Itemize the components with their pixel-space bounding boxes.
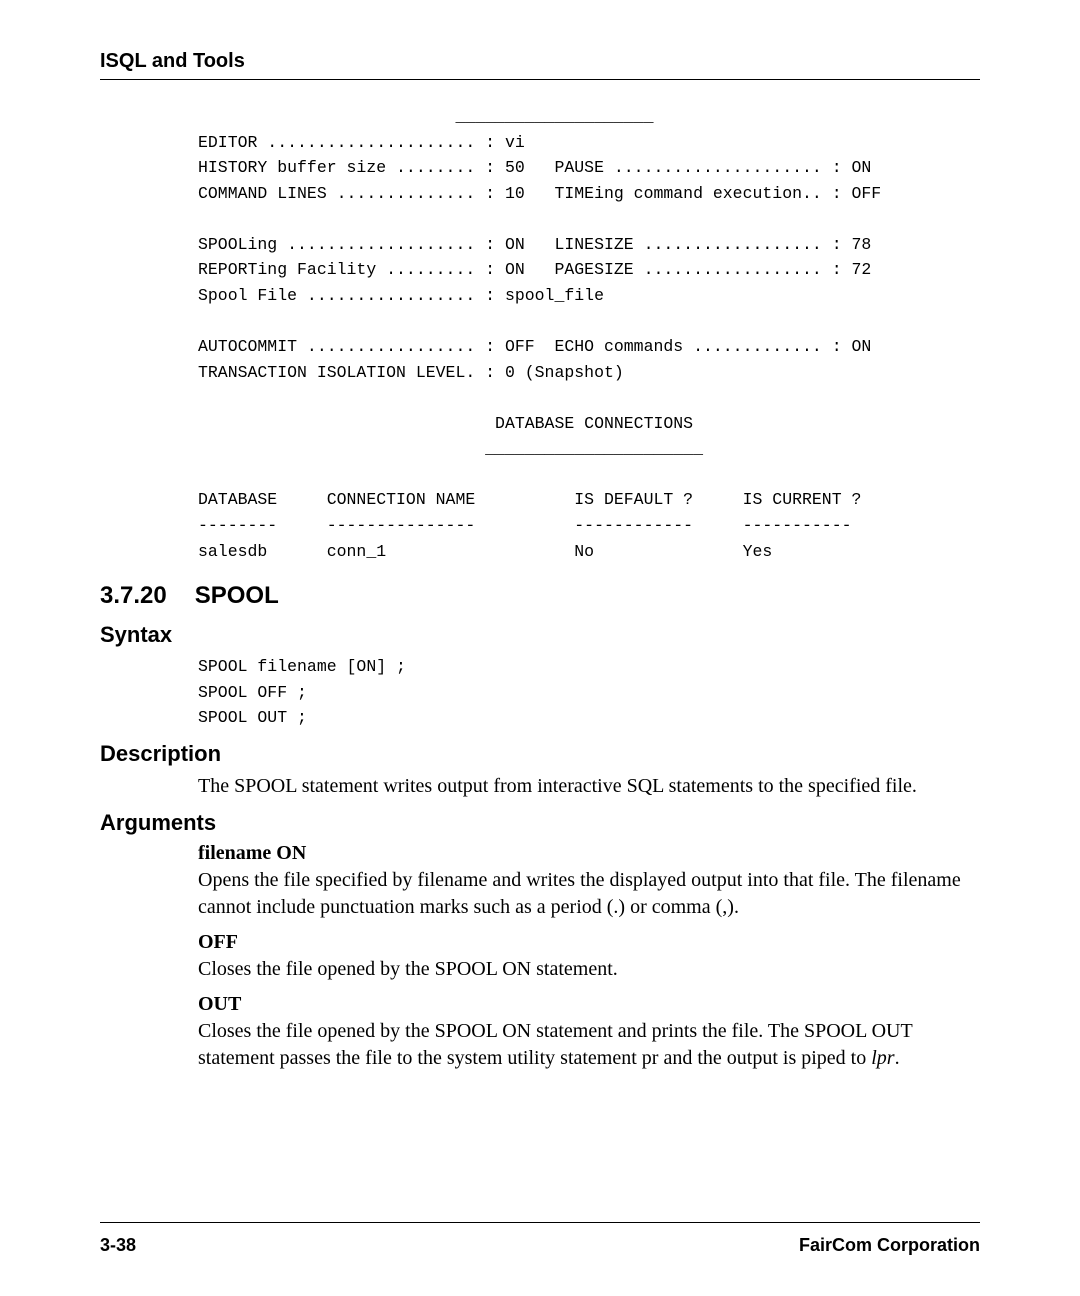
- arguments-heading: Arguments: [100, 810, 980, 836]
- section-heading: 3.7.20 SPOOL: [100, 582, 980, 610]
- syntax-code: SPOOL filename [ON] ; SPOOL OFF ; SPOOL …: [198, 654, 980, 731]
- arg-filename-on-text: Opens the file specified by filename and…: [198, 867, 980, 921]
- section-number: 3.7.20: [100, 582, 167, 610]
- section-title: SPOOL: [195, 582, 279, 610]
- syntax-heading: Syntax: [100, 622, 980, 648]
- arg-out-text-italic: lpr: [871, 1047, 894, 1069]
- arg-out-text-pre: Closes the file opened by the SPOOL ON s…: [198, 1020, 912, 1069]
- arg-filename-on-head: filename ON: [198, 842, 980, 865]
- description-text: The SPOOL statement writes output from i…: [198, 773, 980, 800]
- arg-off-head: OFF: [198, 931, 980, 954]
- settings-output-block: ____________________ EDITOR ............…: [198, 104, 980, 564]
- footer-company: FairCom Corporation: [799, 1235, 980, 1256]
- arg-out-text: Closes the file opened by the SPOOL ON s…: [198, 1018, 980, 1072]
- arg-out-head: OUT: [198, 993, 980, 1016]
- page-number: 3-38: [100, 1235, 136, 1256]
- page-header: ISQL and Tools: [100, 50, 980, 73]
- description-heading: Description: [100, 741, 980, 767]
- arg-off-text: Closes the file opened by the SPOOL ON s…: [198, 956, 980, 983]
- page-footer: 3-38 FairCom Corporation: [100, 1231, 980, 1256]
- arg-out-text-post: .: [895, 1047, 900, 1069]
- footer-rule: [100, 1222, 980, 1223]
- header-rule: [100, 79, 980, 80]
